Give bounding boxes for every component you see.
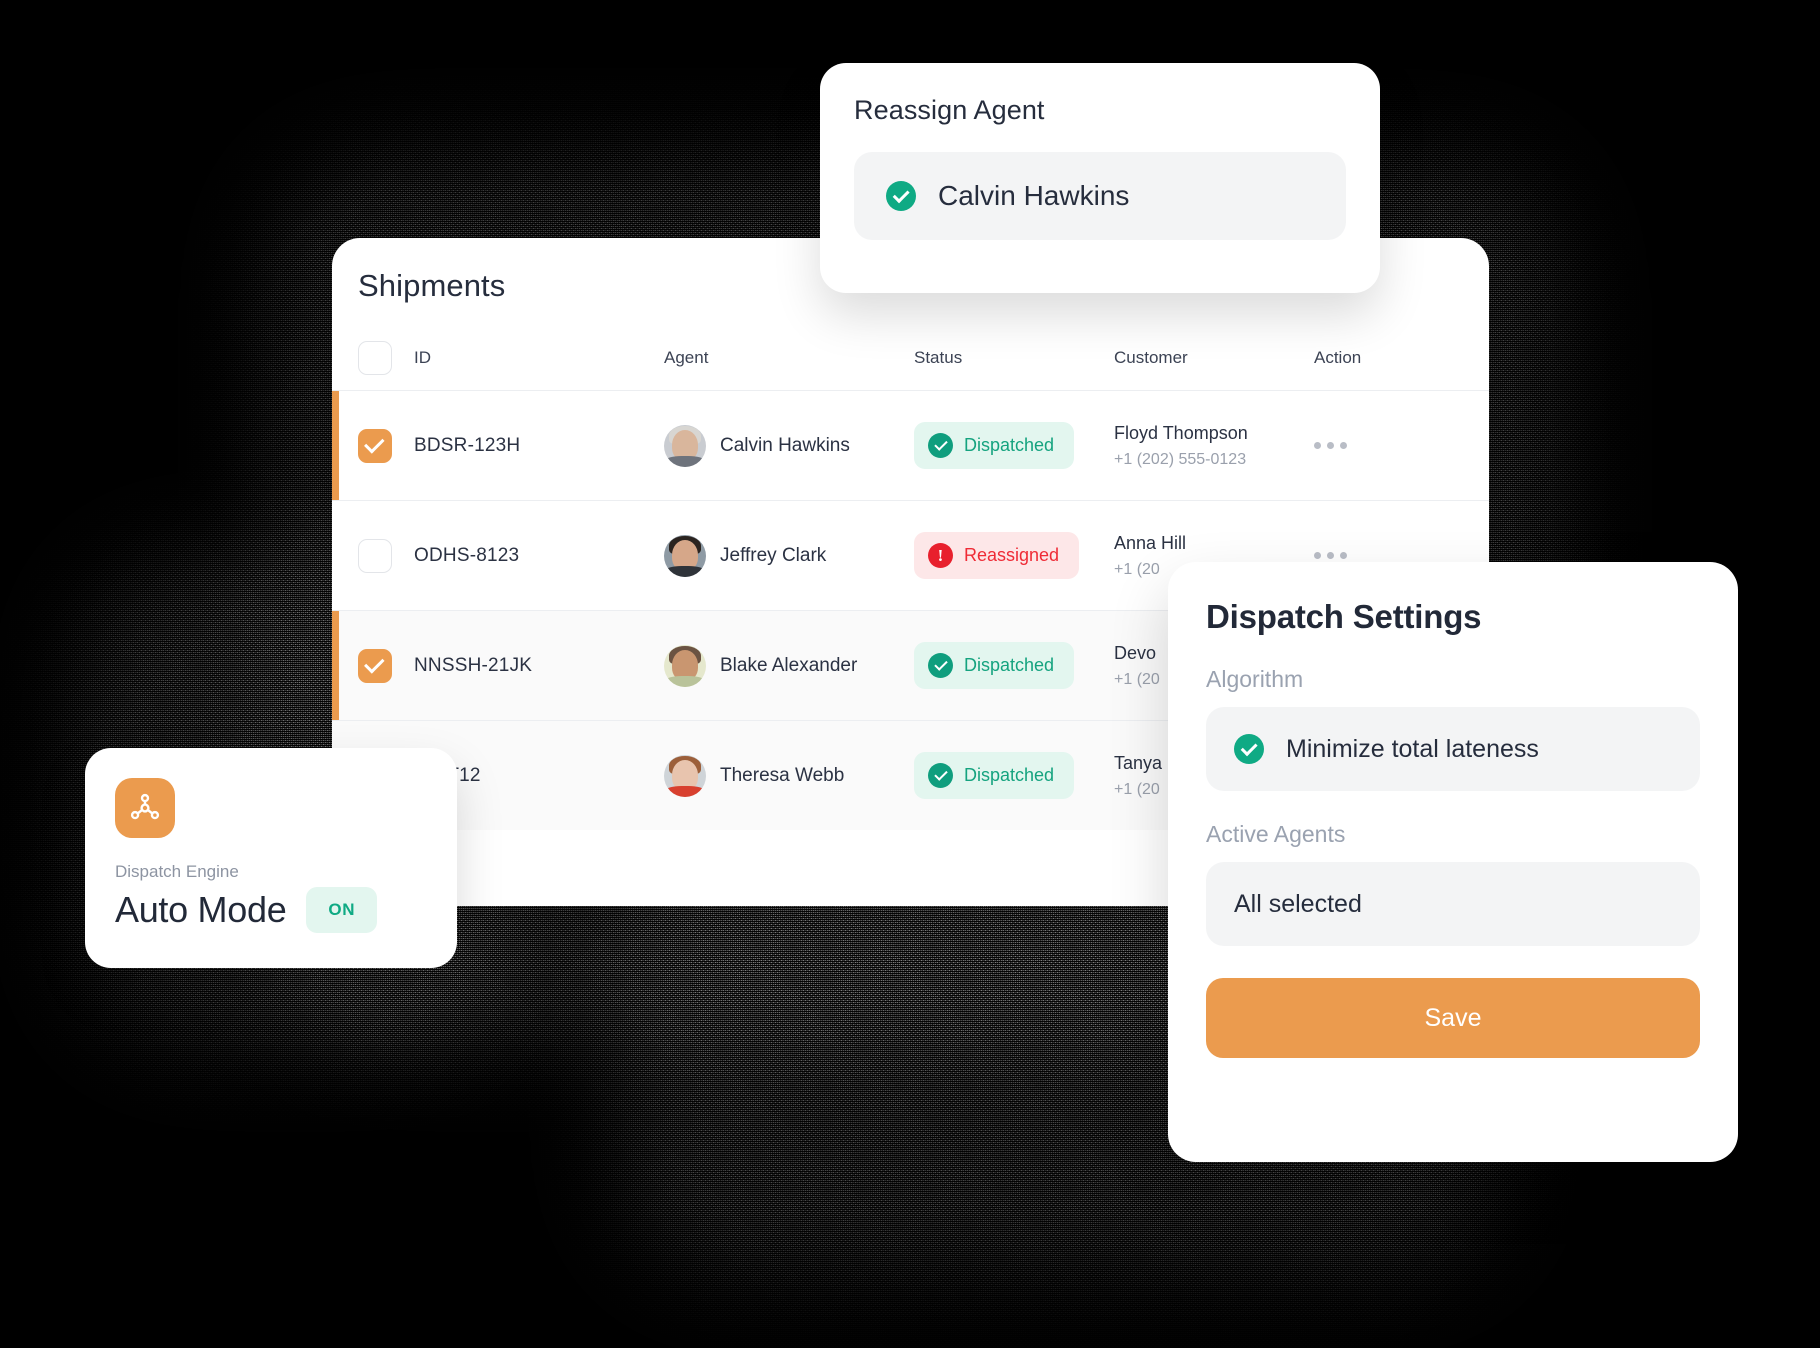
row-select-cell	[358, 428, 414, 463]
alert-circle-icon: !	[928, 543, 953, 568]
status-badge: ! Reassigned	[914, 532, 1080, 579]
status-label: Dispatched	[964, 655, 1055, 675]
auto-mode-card: Dispatch Engine Auto Mode ON	[85, 748, 457, 968]
select-all-cell	[358, 341, 414, 375]
active-agents-select[interactable]: All selected	[1206, 862, 1700, 946]
check-circle-icon	[928, 653, 953, 678]
auto-mode-subtitle: Dispatch Engine	[115, 862, 239, 881]
auto-mode-row: Auto Mode ON	[115, 887, 427, 933]
more-horizontal-icon[interactable]	[1314, 442, 1424, 449]
check-circle-icon	[928, 433, 953, 458]
cell-status: Dispatched	[914, 642, 1114, 689]
column-header-id[interactable]: ID	[414, 348, 664, 368]
cell-agent: Theresa Webb	[664, 754, 914, 797]
dispatch-settings-title: Dispatch Settings	[1206, 598, 1482, 635]
column-header-action: Action	[1314, 348, 1362, 367]
row-selected-accent	[332, 391, 339, 500]
status-label: Reassigned	[964, 545, 1060, 565]
status-badge: Dispatched	[914, 422, 1075, 469]
row-selected-accent	[332, 611, 339, 720]
selected-agent-label: Calvin Hawkins	[938, 180, 1130, 211]
status-badge: Dispatched	[914, 642, 1075, 689]
check-circle-icon	[886, 181, 916, 211]
customer-phone: +1 (202) 555-0123	[1114, 450, 1247, 468]
column-header-status[interactable]: Status	[914, 348, 1114, 368]
network-nodes-icon	[115, 778, 175, 838]
algorithm-value: Minimize total lateness	[1286, 734, 1539, 763]
table-row[interactable]: BDSR-123H Calvin Hawkins Dispatched Floy…	[332, 390, 1489, 500]
cell-shipment-id: BDSR-123H	[414, 434, 521, 456]
avatar	[664, 754, 706, 797]
column-header-customer[interactable]: Customer	[1114, 348, 1314, 368]
cell-agent: Jeffrey Clark	[664, 534, 914, 577]
check-circle-icon	[928, 763, 953, 788]
status-badge: Dispatched	[914, 752, 1075, 799]
avatar	[664, 534, 706, 577]
table-header-row: ID Agent Status Customer Action	[332, 326, 1489, 390]
select-all-checkbox[interactable]	[358, 341, 392, 375]
agent-option-row[interactable]: Calvin Hawkins	[854, 152, 1346, 240]
cell-shipment-id: ODHS-8123	[414, 544, 520, 566]
cell-status: ! Reassigned	[914, 532, 1114, 579]
avatar	[664, 424, 706, 467]
row-checkbox[interactable]	[358, 648, 392, 683]
status-label: Dispatched	[964, 435, 1055, 455]
row-checkbox[interactable]	[358, 538, 392, 573]
auto-mode-title: Auto Mode	[115, 889, 287, 930]
customer-name: Anna Hill	[1114, 532, 1187, 553]
status-label: Dispatched	[964, 765, 1055, 785]
cell-action	[1314, 442, 1424, 449]
cell-agent: Calvin Hawkins	[664, 424, 914, 467]
agent-name: Theresa Webb	[720, 764, 845, 786]
cell-agent: Blake Alexander	[664, 644, 914, 687]
algorithm-label: Algorithm	[1206, 666, 1304, 692]
agent-name: Calvin Hawkins	[720, 434, 850, 456]
active-agents-value: All selected	[1234, 889, 1362, 918]
active-agents-label: Active Agents	[1206, 821, 1346, 847]
customer-name: Floyd Thompson	[1114, 422, 1248, 443]
reassign-agent-card: Reassign Agent Calvin Hawkins	[820, 63, 1380, 293]
row-checkbox[interactable]	[358, 428, 392, 463]
cell-status: Dispatched	[914, 752, 1114, 799]
cell-action	[1314, 552, 1424, 559]
check-circle-icon	[1234, 734, 1264, 764]
row-select-cell	[358, 538, 414, 573]
agent-name: Jeffrey Clark	[720, 544, 827, 566]
screenshot-stage: Shipments ID Agent Status Customer Actio…	[0, 0, 1820, 1348]
agent-name: Blake Alexander	[720, 654, 858, 676]
reassign-agent-title: Reassign Agent	[854, 95, 1045, 125]
save-button[interactable]: Save	[1206, 978, 1700, 1058]
column-header-agent[interactable]: Agent	[664, 348, 914, 368]
dispatch-settings-card: Dispatch Settings Algorithm Minimize tot…	[1168, 562, 1738, 1162]
auto-mode-toggle[interactable]: ON	[306, 887, 378, 933]
cell-status: Dispatched	[914, 422, 1114, 469]
cell-shipment-id: NNSSH-21JK	[414, 654, 533, 676]
algorithm-select[interactable]: Minimize total lateness	[1206, 707, 1700, 791]
avatar	[664, 644, 706, 687]
row-select-cell	[358, 648, 414, 683]
cell-customer: Floyd Thompson +1 (202) 555-0123	[1114, 423, 1314, 469]
more-horizontal-icon[interactable]	[1314, 552, 1424, 559]
